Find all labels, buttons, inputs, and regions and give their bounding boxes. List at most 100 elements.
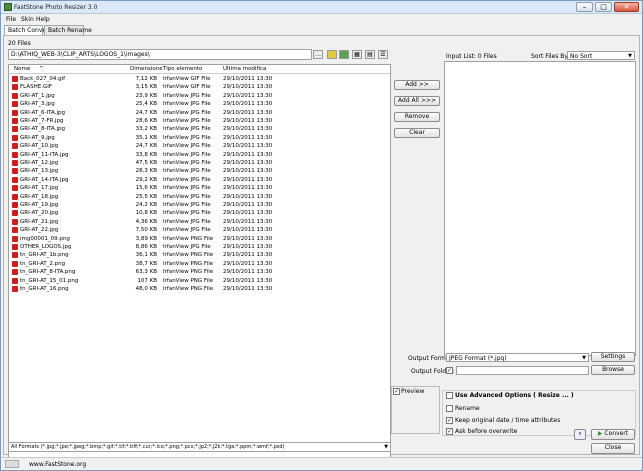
- file-type: IrfanView JPG File: [163, 151, 211, 158]
- file-type: IrfanView JPG File: [163, 210, 211, 217]
- menu-skin[interactable]: Skin: [21, 16, 34, 23]
- table-row[interactable]: GRI-AT_1.jpg 23,9 KB IrfanView JPG File 29/…: [9, 92, 390, 100]
- table-row[interactable]: tn_GRI-AT_15_01.png 107 KB IrfanView PNG F…: [9, 277, 390, 285]
- file-modified: 29/10/2011 13:30: [223, 202, 273, 208]
- window-title: FastStone Photo Resizer 3.0: [14, 4, 98, 11]
- column-modified[interactable]: Ultima modifica: [223, 66, 266, 72]
- file-type: IrfanView JPG File: [163, 193, 211, 200]
- file-name: Back_027_04.gif: [20, 76, 66, 82]
- add-all-button[interactable]: Add All >>>: [394, 96, 440, 106]
- table-row[interactable]: GRI-AT_6-ITA.jpg 24,7 KB IrfanView JPG Fil…: [9, 109, 390, 117]
- title-bar[interactable]: FastStone Photo Resizer 3.0 – □ ✕: [1, 1, 642, 14]
- view-details-icon[interactable]: ☰: [378, 50, 388, 59]
- status-bar: www.FastStone.org: [1, 457, 642, 470]
- input-list-label: Input List: 0 Files: [446, 53, 497, 60]
- file-type: IrfanView JPG File: [163, 176, 211, 183]
- image-file-icon: [12, 101, 18, 108]
- file-filter-select[interactable]: All Formats (*.jpg;*.jpe;*.jpeg;*.bmp;*.…: [8, 442, 391, 452]
- close-button[interactable]: Close: [591, 443, 635, 454]
- image-file-icon: [12, 168, 18, 175]
- file-type: IrfanView JPG File: [163, 244, 211, 250]
- table-row[interactable]: tn_GRI-AT_8-ITA.png 63,3 KB IrfanView PNG …: [9, 268, 390, 276]
- file-size: 25,4 KB: [135, 101, 157, 108]
- table-row[interactable]: img00001_09.png 3,89 KB IrfanView PNG File…: [9, 235, 390, 243]
- minimize-button[interactable]: –: [576, 2, 593, 12]
- file-modified: 29/10/2011 13:30: [223, 109, 273, 116]
- file-name: GRI-AT_11-ITA.jpg: [20, 151, 69, 158]
- table-row[interactable]: GRI-AT_14-ITA.jpg 29,2 KB IrfanView JPG Fi…: [9, 176, 390, 184]
- file-size: 7,12 KB: [135, 76, 157, 82]
- menu-file[interactable]: File: [6, 16, 16, 23]
- output-folder-checkbox[interactable]: ✓: [446, 367, 453, 374]
- remove-button[interactable]: Remove: [394, 112, 440, 122]
- file-list[interactable]: Nome ^ Dimensione Tipo elemento Ultima m…: [8, 64, 391, 466]
- browse-folder-button[interactable]: …: [313, 50, 323, 59]
- maximize-button[interactable]: □: [595, 2, 612, 12]
- menu-help[interactable]: Help: [36, 16, 50, 23]
- table-row[interactable]: tn_GRI-AT_2.png 38,7 KB IrfanView PNG File…: [9, 260, 390, 268]
- keep-date-checkbox[interactable]: ✓: [446, 417, 453, 424]
- clear-button[interactable]: Clear: [394, 128, 440, 138]
- table-row[interactable]: GRI-AT_9.jpg 35,1 KB IrfanView JPG File 29/…: [9, 134, 390, 142]
- rename-checkbox[interactable]: [446, 405, 453, 412]
- image-file-icon: [12, 134, 18, 141]
- file-size: 23,9 KB: [135, 92, 157, 99]
- table-row[interactable]: GRI-AT_19.jpg 24,2 KB IrfanView JPG File 29…: [9, 201, 390, 209]
- file-modified: 29/10/2011 13:30: [223, 185, 273, 192]
- image-file-icon: [12, 244, 18, 250]
- table-row[interactable]: GRI-AT_11-ITA.jpg 33,8 KB IrfanView JPG Fi…: [9, 151, 390, 159]
- input-list[interactable]: [444, 61, 636, 356]
- advanced-options-checkbox[interactable]: [446, 392, 453, 399]
- file-name: tn_GRI-AT_8-ITA.png: [20, 269, 76, 276]
- column-name[interactable]: Nome: [14, 66, 30, 72]
- table-row[interactable]: GRI-AT_8-ITA.jpg 33,2 KB IrfanView JPG Fil…: [9, 125, 390, 133]
- output-format-select[interactable]: JPEG Format (*.jpg) ▼: [446, 353, 589, 362]
- output-folder-input[interactable]: [456, 366, 589, 375]
- close-window-button[interactable]: ✕: [614, 2, 639, 12]
- column-type[interactable]: Tipo elemento: [163, 66, 202, 72]
- table-row[interactable]: GRI-AT_22.jpg 7,50 KB IrfanView JPG File 29…: [9, 226, 390, 234]
- column-size[interactable]: Dimensione: [130, 66, 163, 72]
- table-row[interactable]: GRI-AT_13.jpg 28,3 KB IrfanView JPG File 29…: [9, 167, 390, 175]
- file-size: 24,2 KB: [135, 202, 157, 208]
- settings-button[interactable]: Settings: [591, 352, 635, 362]
- convert-button[interactable]: ▶ Convert: [591, 429, 635, 440]
- file-modified: 29/10/2011 13:30: [223, 244, 273, 250]
- menu-bar: File Skin Help: [1, 15, 642, 24]
- add-button[interactable]: Add >>: [394, 80, 440, 90]
- table-row[interactable]: GRI-AT_10.jpg 24,7 KB IrfanView JPG File 29…: [9, 142, 390, 150]
- view-list-icon[interactable]: ▤: [365, 50, 375, 59]
- table-row[interactable]: GRI-AT_12.jpg 47,5 KB IrfanView JPG File 29…: [9, 159, 390, 167]
- table-row[interactable]: OTHER_LOGOS.jpg 8,86 KB IrfanView JPG File…: [9, 243, 390, 251]
- file-size: 10,8 KB: [135, 210, 157, 217]
- table-row[interactable]: GRI-AT_17.jpg 15,6 KB IrfanView JPG File 29…: [9, 184, 390, 192]
- sort-files-label: Sort Files By:: [531, 53, 570, 60]
- file-type: IrfanView PNG File: [163, 260, 214, 267]
- table-row[interactable]: tn_GRI-AT_1b.png 36,1 KB IrfanView PNG Fil…: [9, 251, 390, 259]
- tab-batch-convert[interactable]: Batch Convert: [4, 25, 51, 35]
- website-link[interactable]: www.FastStone.org: [29, 461, 86, 468]
- advanced-options-label: Use Advanced Options ( Resize ... ): [455, 392, 574, 399]
- table-row[interactable]: GRI-AT_3.jpg 25,4 KB IrfanView JPG File 29/…: [9, 100, 390, 108]
- table-row[interactable]: GRI-AT_18.jpg 25,5 KB IrfanView JPG File 29…: [9, 193, 390, 201]
- refresh-icon[interactable]: [339, 50, 349, 59]
- view-thumbnails-icon[interactable]: ▦: [352, 50, 362, 59]
- table-row[interactable]: GRI-AT_21.jpg 4,36 KB IrfanView JPG File 29…: [9, 218, 390, 226]
- table-row[interactable]: GRI-AT_20.jpg 10,8 KB IrfanView JPG File 29…: [9, 209, 390, 217]
- preview-checkbox[interactable]: ✓: [393, 388, 400, 395]
- sort-select[interactable]: No Sort ▼: [567, 51, 635, 60]
- browse-button[interactable]: Browse: [591, 365, 635, 375]
- table-row[interactable]: Back_027_04.gif 7,12 KB IrfanView GIF File…: [9, 75, 390, 83]
- folder-path-input[interactable]: D:\ATHIQ_WEB-3\CLIP_ARTS\LOGOS_1\images\: [8, 49, 312, 60]
- table-row[interactable]: FLASHE.GIF 3,15 KB IrfanView GIF File 29/10…: [9, 83, 390, 91]
- search-icon[interactable]: ⌕: [574, 429, 586, 440]
- folder-icon[interactable]: [327, 50, 337, 59]
- table-row[interactable]: GRI-AT_7-FR.jpg 28,6 KB IrfanView JPG File…: [9, 117, 390, 125]
- table-row[interactable]: tn_GRI-AT_16.png 48,0 KB IrfanView PNG Fil…: [9, 285, 390, 293]
- file-name: FLASHE.GIF: [20, 84, 53, 91]
- ask-overwrite-checkbox[interactable]: ✓: [446, 428, 453, 435]
- chevron-down-icon: ▼: [628, 53, 632, 59]
- chevron-down-icon: ▼: [384, 444, 388, 450]
- file-size: 35,1 KB: [135, 134, 157, 141]
- tab-batch-rename[interactable]: Batch Rename: [44, 25, 92, 35]
